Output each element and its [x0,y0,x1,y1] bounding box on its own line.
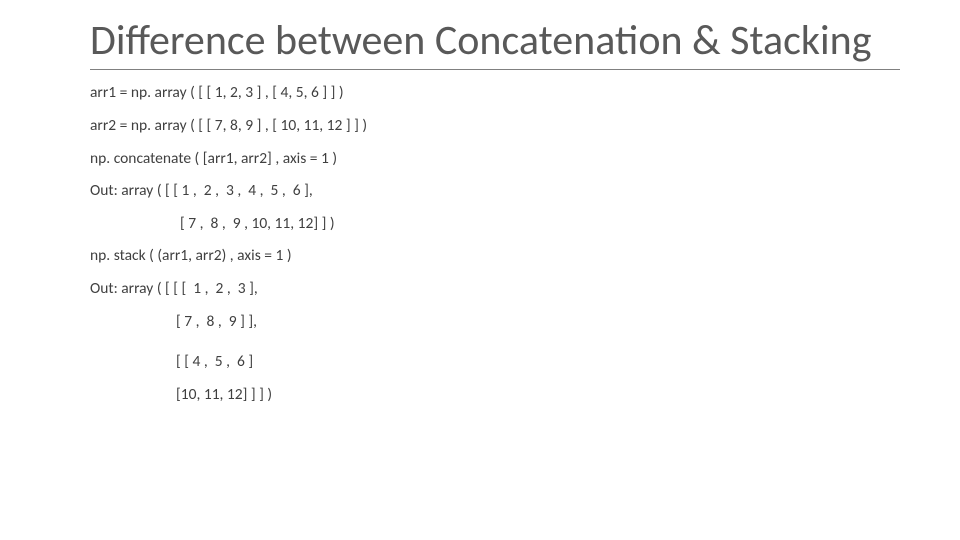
code-line-concatenate: np. concatenate ( [arr1, arr2] , axis = … [90,150,900,169]
output-stack-row1: Out: array ( [ [ [ 1 , 2 , 3 ], [90,280,900,299]
output-stack-row3: [ [ 4 , 5 , 6 ] [90,353,900,372]
title-underline [90,69,900,70]
output-stack-row4: [10, 11, 12] ] ] ) [90,386,900,405]
code-line-arr1: arr1 = np. array ( [ [ 1, 2, 3 ] , [ 4, … [90,84,900,103]
slide: Difference between Concatenation & Stack… [0,0,960,540]
output-stack-row2: [ 7 , 8 , 9 ] ], [90,313,900,332]
code-line-stack: np. stack ( (arr1, arr2) , axis = 1 ) [90,247,900,266]
output-concat-row2: [ 7 , 8 , 9 , 10, 11, 12] ] ) [90,215,900,234]
slide-title: Difference between Concatenation & Stack… [90,18,900,63]
output-concat-row1: Out: array ( [ [ 1 , 2 , 3 , 4 , 5 , 6 ]… [90,182,900,201]
code-line-arr2: arr2 = np. array ( [ [ 7, 8, 9 ] , [ 10,… [90,117,900,136]
